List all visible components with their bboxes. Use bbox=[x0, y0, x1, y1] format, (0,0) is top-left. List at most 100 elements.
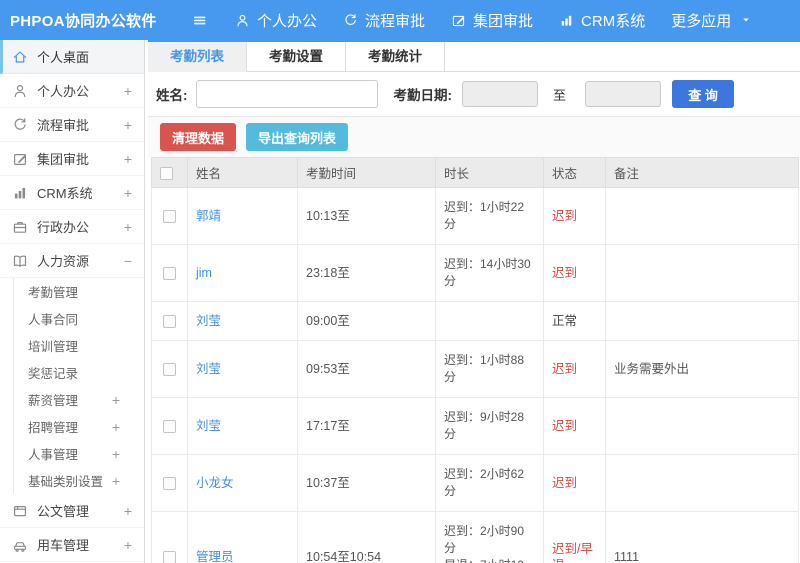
column-header: 状态 bbox=[543, 157, 606, 188]
column-header: 姓名 bbox=[187, 157, 298, 188]
topnav-item-more-apps[interactable]: 更多应用 bbox=[671, 10, 751, 31]
row-checkbox[interactable] bbox=[163, 551, 176, 563]
row-checkbox[interactable] bbox=[163, 420, 176, 434]
row-checkbox[interactable] bbox=[163, 477, 176, 491]
search-button[interactable]: 查 询 bbox=[672, 80, 735, 108]
attendance-table: 姓名 考勤时间 时长 状态 备注 郭靖 10:13至 迟到：1小时22分 迟到 jim 23:18… bbox=[151, 157, 799, 563]
table-row: jim 23:18至 迟到：14小时30分 迟到 bbox=[151, 244, 799, 302]
topnav-item-crm-system[interactable]: CRM系统 bbox=[559, 10, 645, 31]
sidebar-item-personal-desktop[interactable]: 个人桌面 bbox=[0, 40, 144, 74]
sidebar-item-label: 人力资源 bbox=[37, 254, 90, 269]
sidebar-item-human-resources[interactable]: 人力资源 − bbox=[0, 244, 144, 278]
note-cell bbox=[605, 244, 799, 302]
sidebar-subitem-label: 培训管理 bbox=[28, 340, 79, 354]
duration-cell: 迟到：14小时30分 bbox=[435, 244, 544, 302]
sidebar-subitem-recruit-management[interactable]: 招聘管理 + bbox=[14, 413, 144, 440]
table-row: 小龙女 10:37至 迟到：2小时62分 迟到 bbox=[151, 454, 799, 512]
expand-toggle-icon[interactable]: + bbox=[112, 392, 120, 408]
sidebar: 个人桌面 个人办公 + 流程审批 + 集团审批 + CRM系统 + 行政办公 +… bbox=[0, 40, 145, 563]
chart-icon bbox=[559, 13, 574, 28]
export-list-button[interactable]: 导出查询列表 bbox=[246, 123, 349, 151]
row-checkbox[interactable] bbox=[163, 363, 176, 377]
duration-cell: 迟到：2小时90分早退：7小时10分 bbox=[435, 511, 544, 563]
sidebar-item-workflow-approval[interactable]: 流程审批 + bbox=[0, 108, 144, 142]
expand-toggle-icon[interactable]: + bbox=[112, 473, 120, 489]
table-row: 刘莹 09:00至 正常 bbox=[151, 301, 799, 341]
employee-name-link[interactable]: 郭靖 bbox=[196, 209, 221, 223]
topnav-item-label: 集团审批 bbox=[473, 12, 534, 30]
duration-cell bbox=[435, 301, 544, 341]
duration-cell: 迟到：2小时62分 bbox=[435, 454, 544, 512]
person-icon bbox=[235, 13, 250, 28]
employee-name-link[interactable]: 管理员 bbox=[196, 550, 234, 563]
briefcase-icon bbox=[12, 219, 28, 235]
toolbar: 清理数据 导出查询列表 bbox=[148, 117, 800, 157]
main-content: 考勤列表 考勤设置 考勤统计 姓名: 考勤日期: 至 查 询 清理数据 导出查询列表… bbox=[148, 40, 800, 563]
table-row: 刘莹 09:53至 迟到：1小时88分 迟到 业务需要外出 bbox=[151, 340, 799, 398]
sidebar-item-personal-office[interactable]: 个人办公 + bbox=[0, 74, 144, 108]
name-filter-input[interactable] bbox=[195, 80, 378, 108]
sidebar-subitem-attendance-management[interactable]: 考勤管理 bbox=[14, 278, 144, 305]
row-checkbox[interactable] bbox=[163, 315, 176, 329]
attendance-time: 17:17至 bbox=[297, 397, 436, 455]
row-checkbox[interactable] bbox=[163, 210, 176, 224]
expand-toggle-icon[interactable]: + bbox=[124, 219, 132, 235]
note-cell bbox=[605, 301, 799, 341]
sidebar-subitem-personnel-management[interactable]: 人事管理 + bbox=[14, 440, 144, 467]
expand-toggle-icon[interactable]: + bbox=[124, 83, 132, 99]
top-nav: 个人办公 流程审批 集团审批 CRM系统 更多应用 bbox=[235, 10, 751, 31]
sidebar-item-group-approval[interactable]: 集团审批 + bbox=[0, 142, 144, 176]
sidebar-subitem-label: 招聘管理 bbox=[28, 421, 79, 435]
sidebar-item-label: 集团审批 bbox=[37, 152, 90, 167]
sidebar-subitem-base-category-settings[interactable]: 基础类别设置 + bbox=[14, 467, 144, 494]
expand-toggle-icon[interactable]: + bbox=[124, 185, 132, 201]
expand-toggle-icon[interactable]: + bbox=[124, 503, 132, 519]
date-range-to-label: 至 bbox=[553, 87, 567, 103]
person-icon bbox=[12, 83, 28, 99]
employee-name-link[interactable]: 刘莹 bbox=[196, 362, 221, 376]
expand-toggle-icon[interactable]: + bbox=[124, 117, 132, 133]
status-badge: 迟到 bbox=[552, 476, 578, 490]
attendance-time: 09:00至 bbox=[297, 301, 436, 341]
sidebar-item-label: 用车管理 bbox=[37, 538, 90, 553]
topnav-item-group-approval[interactable]: 集团审批 bbox=[451, 10, 533, 31]
flow-icon bbox=[343, 13, 358, 28]
expand-toggle-icon[interactable]: + bbox=[124, 151, 132, 167]
sidebar-subitem-salary-management[interactable]: 薪资管理 + bbox=[14, 386, 144, 413]
hamburger-menu-icon[interactable] bbox=[192, 13, 207, 28]
duration-cell: 迟到：1小时22分 bbox=[435, 187, 544, 245]
sidebar-subitem-training-management[interactable]: 培训管理 bbox=[14, 332, 144, 359]
topbar: PHPOA协同办公软件 个人办公 流程审批 集团审批 CRM系统 更多应用 bbox=[0, 0, 800, 40]
sidebar-subitem-reward-punishment[interactable]: 奖惩记录 bbox=[14, 359, 144, 386]
sidebar-item-label: CRM系统 bbox=[37, 186, 93, 201]
sidebar-item-admin-office[interactable]: 行政办公 + bbox=[0, 210, 144, 244]
tab-attendance-list[interactable]: 考勤列表 bbox=[148, 42, 247, 72]
sidebar-item-document-management[interactable]: 公文管理 + bbox=[0, 494, 144, 528]
date-to-input[interactable] bbox=[585, 81, 662, 107]
topnav-item-personal-office[interactable]: 个人办公 bbox=[235, 10, 317, 31]
topnav-item-workflow-approval[interactable]: 流程审批 bbox=[343, 10, 425, 31]
attendance-time: 10:37至 bbox=[297, 454, 436, 512]
select-all-checkbox[interactable] bbox=[160, 166, 173, 180]
note-cell: 1111 bbox=[605, 511, 799, 563]
employee-name-link[interactable]: 小龙女 bbox=[196, 476, 234, 490]
expand-toggle-icon[interactable]: + bbox=[112, 446, 120, 462]
sidebar-item-vehicle-management[interactable]: 用车管理 + bbox=[0, 528, 144, 562]
expand-toggle-icon[interactable]: − bbox=[124, 253, 132, 269]
sidebar-item-label: 个人桌面 bbox=[37, 50, 90, 65]
employee-name-link[interactable]: 刘莹 bbox=[196, 419, 221, 433]
sidebar-subitem-label: 奖惩记录 bbox=[28, 367, 79, 381]
row-checkbox[interactable] bbox=[163, 267, 176, 281]
expand-toggle-icon[interactable]: + bbox=[124, 537, 132, 553]
sidebar-subitem-personnel-contract[interactable]: 人事合同 bbox=[14, 305, 144, 332]
sidebar-item-crm-system[interactable]: CRM系统 + bbox=[0, 176, 144, 210]
expand-toggle-icon[interactable]: + bbox=[112, 419, 120, 435]
tab-attendance-stats[interactable]: 考勤统计 bbox=[346, 42, 445, 72]
employee-name-link[interactable]: 刘莹 bbox=[196, 314, 221, 328]
edit-icon bbox=[451, 13, 466, 28]
tab-attendance-settings[interactable]: 考勤设置 bbox=[247, 42, 346, 72]
employee-name-link[interactable]: jim bbox=[196, 266, 212, 280]
date-from-input[interactable] bbox=[462, 81, 538, 107]
clear-data-button[interactable]: 清理数据 bbox=[160, 123, 237, 151]
table-row: 郭靖 10:13至 迟到：1小时22分 迟到 bbox=[151, 187, 799, 245]
